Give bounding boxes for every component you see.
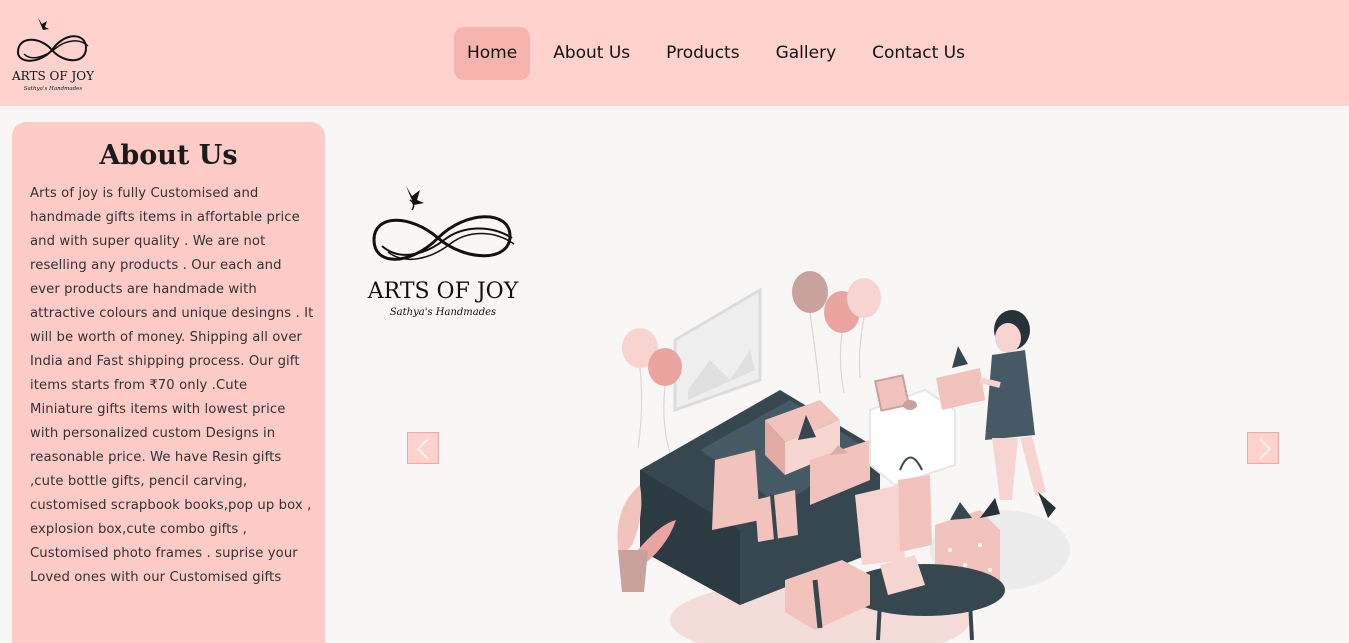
- nav-contact-us[interactable]: Contact Us: [854, 27, 983, 80]
- nav-home[interactable]: Home: [454, 27, 531, 80]
- brand-tagline: Sathya's Handmades: [24, 86, 83, 92]
- carousel-brand-name: ARTS OF JOY: [367, 279, 519, 304]
- carousel-prev-button[interactable]: [407, 432, 439, 464]
- carousel-next-button[interactable]: [1247, 432, 1279, 464]
- brand-name: ARTS OF JOY: [11, 69, 95, 83]
- site-header: ARTS OF JOY Sathya's Handmades Home Abou…: [0, 0, 1349, 106]
- main-nav: Home About Us Products Gallery Contact U…: [454, 27, 983, 80]
- about-title: About Us: [99, 140, 238, 171]
- gift-shop-illustration: [580, 260, 1100, 643]
- brand-logo[interactable]: ARTS OF JOY Sathya's Handmades: [10, 10, 96, 96]
- carousel-brand-logo: ARTS OF JOY Sathya's Handmades: [360, 180, 530, 330]
- about-description: Arts of joy is fully Customised and hand…: [30, 186, 314, 585]
- chevron-left-icon: [416, 438, 429, 460]
- nav-gallery[interactable]: Gallery: [758, 27, 855, 80]
- carousel-brand-tagline: Sathya's Handmades: [390, 307, 496, 318]
- nav-products[interactable]: Products: [648, 27, 757, 80]
- chevron-right-icon: [1259, 438, 1272, 460]
- about-panel: About Us Arts of joy is fully Customised…: [12, 122, 325, 643]
- nav-about-us[interactable]: About Us: [535, 27, 648, 80]
